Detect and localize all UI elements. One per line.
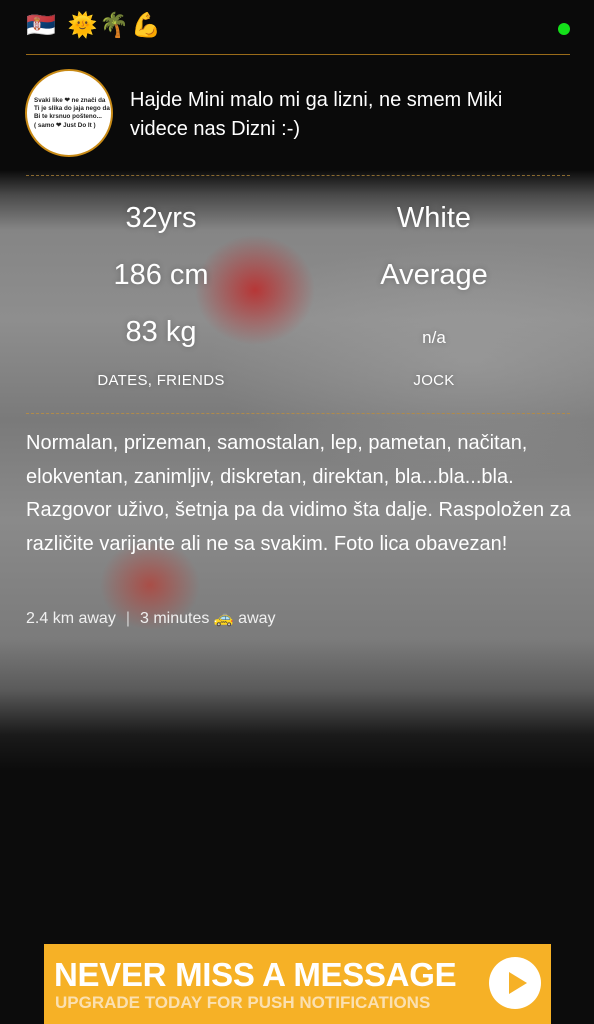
stats-divider [26,413,570,415]
play-icon[interactable] [489,957,541,1009]
avatar[interactable]: Svaki like ❤ ne znači da Ti je slika do … [25,69,113,157]
distance-separator: | [125,610,130,627]
distance-info: 2.4 km away | 3 minutes 🚕 away [26,607,276,630]
stat-ethnicity: White [396,202,472,234]
profile-content: 🇷🇸 🌞🌴💪 Svaki like ❤ ne znači da Ti je sl… [0,0,594,1024]
top-bar: 🇷🇸 🌞🌴💪 [26,8,570,44]
car-icon: 🚕 [213,608,234,627]
travel-time: 3 minutes [139,610,210,627]
distance-km: 2.4 km away [26,610,116,627]
top-divider [26,54,570,55]
stat-body-type: Average [380,259,488,291]
stat-looking-for: DATES, FRIENDS [97,372,225,389]
online-status-dot [558,23,570,35]
ad-subtitle: UPGRADE TODAY FOR PUSH NOTIFICATIONS [55,993,431,1012]
stat-tribe: JOCK [413,372,455,389]
stat-height: 186 cm [113,259,209,291]
headline-divider [26,175,570,177]
stat-weight: 83 kg [125,316,197,348]
upgrade-ad-banner[interactable]: NEVER MISS A MESSAGE UPGRADE TODAY FOR P… [44,944,551,1024]
profile-headline: Hajde Mini malo mi ga lizni, ne smem Mik… [130,89,503,140]
profile-screen: 🇷🇸 🌞🌴💪 Svaki like ❤ ne znači da Ti je sl… [0,0,594,1024]
travel-time-suffix: away [238,610,276,627]
stat-position: n/a [422,328,446,347]
stat-age: 32yrs [125,202,197,234]
flag-sun-palm-flex-emojis: 🇷🇸 🌞🌴💪 [26,11,164,39]
avatar-image-text: Svaki like ❤ ne znači da Ti je slika do … [34,97,110,129]
ad-title: NEVER MISS A MESSAGE [54,956,457,993]
profile-bio: Normalan, prizeman, samostalan, lep, pam… [26,432,571,555]
